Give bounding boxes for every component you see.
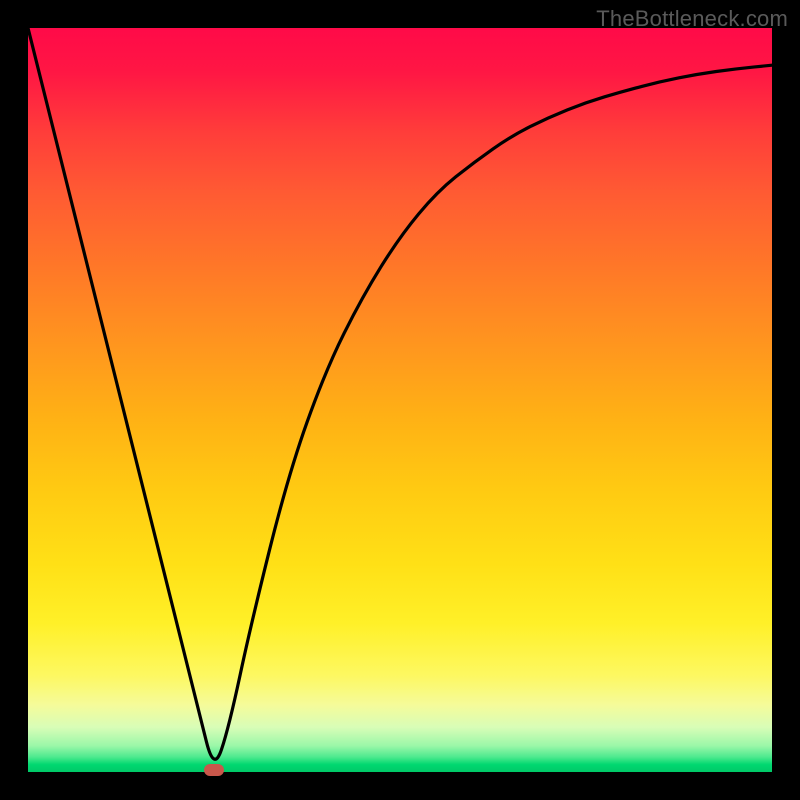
plot-area	[28, 28, 772, 772]
chart-frame: TheBottleneck.com	[0, 0, 800, 800]
watermark-text: TheBottleneck.com	[596, 6, 788, 32]
min-marker	[204, 764, 224, 776]
bottleneck-curve	[28, 28, 772, 772]
